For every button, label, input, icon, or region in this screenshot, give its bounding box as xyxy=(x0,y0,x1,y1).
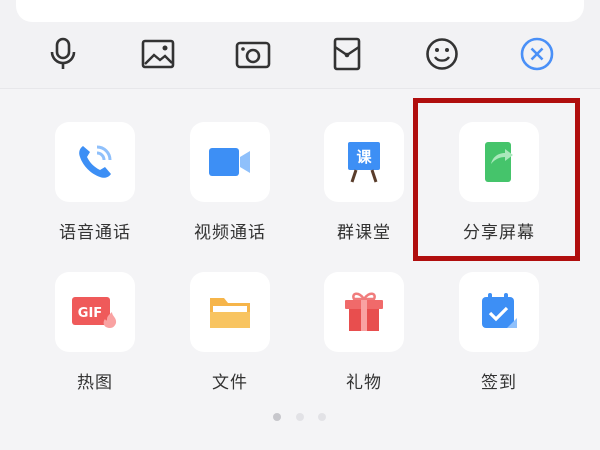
group-classroom-label: 群课堂 xyxy=(337,223,391,243)
classroom-icon-text: 课 xyxy=(356,148,372,166)
classroom-icon: 课 xyxy=(348,142,380,183)
gift-tile[interactable] xyxy=(324,272,404,352)
close-panel-button[interactable] xyxy=(519,36,555,72)
check-in-icon xyxy=(482,293,517,328)
red-packet-button[interactable] xyxy=(329,36,365,72)
gif-icon-text: GIF xyxy=(78,306,102,321)
emoji-button[interactable] xyxy=(424,36,460,72)
red-packet-icon xyxy=(333,37,361,71)
image-button[interactable] xyxy=(140,36,176,72)
voice-call-item[interactable]: 语音通话 xyxy=(35,122,155,243)
message-input[interactable] xyxy=(16,0,584,22)
voice-call-tile[interactable] xyxy=(55,122,135,202)
gift-label: 礼物 xyxy=(346,373,382,393)
folder-icon xyxy=(210,298,250,328)
gif-item[interactable]: GIF 热图 xyxy=(35,272,155,393)
voice-call-label: 语音通话 xyxy=(59,223,131,243)
gif-icon: GIF xyxy=(72,297,117,328)
share-screen-highlight-frame xyxy=(413,98,580,261)
camera-button[interactable] xyxy=(235,36,271,72)
gif-label: 热图 xyxy=(77,373,113,393)
video-call-icon xyxy=(209,148,250,176)
group-classroom-tile[interactable]: 课 xyxy=(324,122,404,202)
smiley-icon xyxy=(426,38,458,70)
file-tile[interactable] xyxy=(190,272,270,352)
gift-item[interactable]: 礼物 xyxy=(304,272,424,393)
image-icon xyxy=(141,39,175,69)
gift-icon xyxy=(345,292,383,331)
group-classroom-item[interactable]: 课 群课堂 xyxy=(304,122,424,243)
voice-input-button[interactable] xyxy=(45,36,81,72)
input-area xyxy=(0,0,600,89)
phone-call-icon xyxy=(79,145,112,178)
page-dot-2[interactable] xyxy=(296,413,304,421)
check-in-item[interactable]: 签到 xyxy=(439,272,559,393)
page-dot-3[interactable] xyxy=(318,413,326,421)
check-in-tile[interactable] xyxy=(459,272,539,352)
video-call-label: 视频通话 xyxy=(194,223,266,243)
camera-icon xyxy=(235,41,271,69)
file-item[interactable]: 文件 xyxy=(170,272,290,393)
page-dot-1[interactable] xyxy=(273,413,281,421)
microphone-icon xyxy=(50,37,76,69)
close-icon xyxy=(520,37,554,71)
video-call-item[interactable]: 视频通话 xyxy=(170,122,290,243)
check-in-label: 签到 xyxy=(481,373,517,393)
gif-tile[interactable]: GIF xyxy=(55,272,135,352)
video-call-tile[interactable] xyxy=(190,122,270,202)
file-label: 文件 xyxy=(212,373,248,393)
